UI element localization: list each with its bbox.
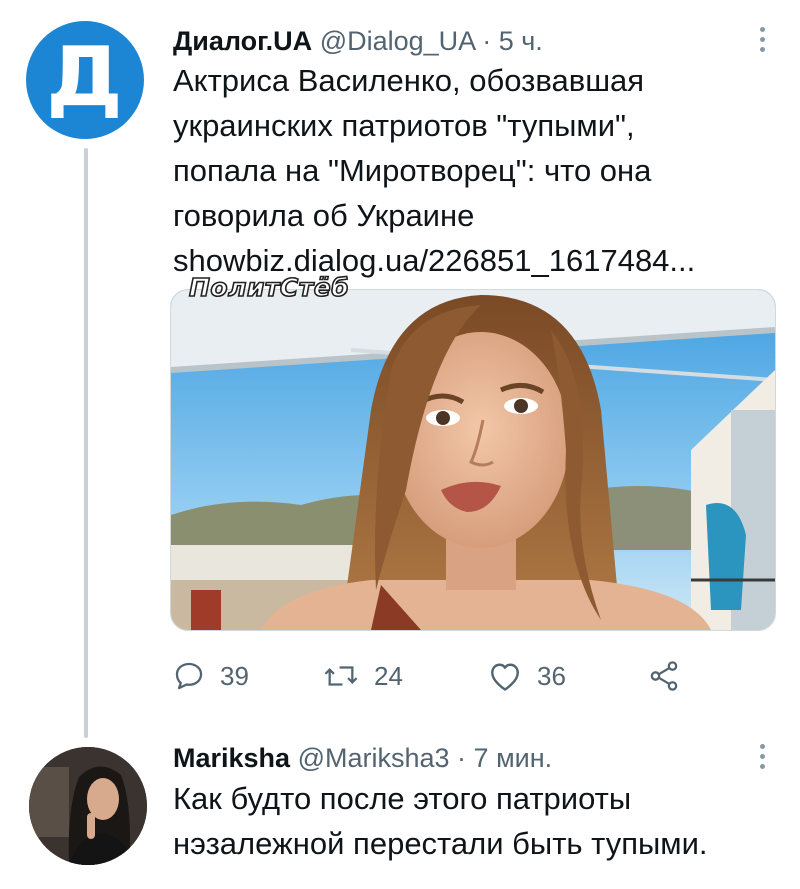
tweet-text-line: нэзалежной перестали быть тупыми. xyxy=(173,826,708,861)
author-handle[interactable]: @Dialog_UA xyxy=(320,26,475,56)
tweet-header: Mariksha @Mariksha3 · 7 мин. xyxy=(173,742,552,774)
tweet-time[interactable]: 7 мин. xyxy=(474,743,553,773)
reply-button[interactable]: 39 xyxy=(172,656,249,696)
like-icon xyxy=(491,663,519,691)
tweet-text-line: Как будто после этого патриоты xyxy=(173,781,632,816)
thread-connector-line xyxy=(84,148,88,738)
like-count: 36 xyxy=(537,660,566,691)
header-separator: · xyxy=(474,26,499,56)
tweet-actions-bar: 39 24 36 xyxy=(172,656,692,696)
author-name[interactable]: Диалог.UA xyxy=(173,26,312,56)
retweet-button[interactable]: 24 xyxy=(322,656,403,696)
tweet-text-line: украинских патриотов "тупыми", xyxy=(173,108,635,143)
author-name[interactable]: Mariksha xyxy=(173,743,290,773)
reply-count: 39 xyxy=(220,660,249,691)
author-handle[interactable]: @Mariksha3 xyxy=(298,743,450,773)
like-button[interactable]: 36 xyxy=(487,656,566,696)
more-icon[interactable] xyxy=(760,744,766,769)
tweet-header: Диалог.UA @Dialog_UA · 5 ч. xyxy=(173,25,543,57)
retweet-count: 24 xyxy=(374,660,403,691)
tweet-body: Актриса Василенко, обозвавшая украинских… xyxy=(173,58,773,283)
header-separator: · xyxy=(449,743,474,773)
share-icon xyxy=(650,661,678,691)
author-avatar[interactable]: Д xyxy=(26,21,144,139)
watermark-logo: ПолитСтёб xyxy=(188,272,350,303)
tweet-time[interactable]: 5 ч. xyxy=(499,26,543,56)
more-icon[interactable] xyxy=(760,27,766,52)
author-avatar[interactable] xyxy=(29,747,147,865)
tweet-text-line: попала на "Миротворец": что она xyxy=(173,153,652,188)
tweet-body: Как будто после этого патриоты нэзалежно… xyxy=(173,776,773,866)
tweet-text-line: говорила об Украине xyxy=(173,198,475,233)
avatar-letter: Д xyxy=(46,30,124,125)
share-button[interactable] xyxy=(647,656,681,696)
retweet-icon xyxy=(324,666,358,686)
tweet-text-line: Актриса Василенко, обозвавшая xyxy=(173,63,645,98)
tweet-media-photo[interactable] xyxy=(170,289,776,631)
reply-icon xyxy=(175,662,203,690)
